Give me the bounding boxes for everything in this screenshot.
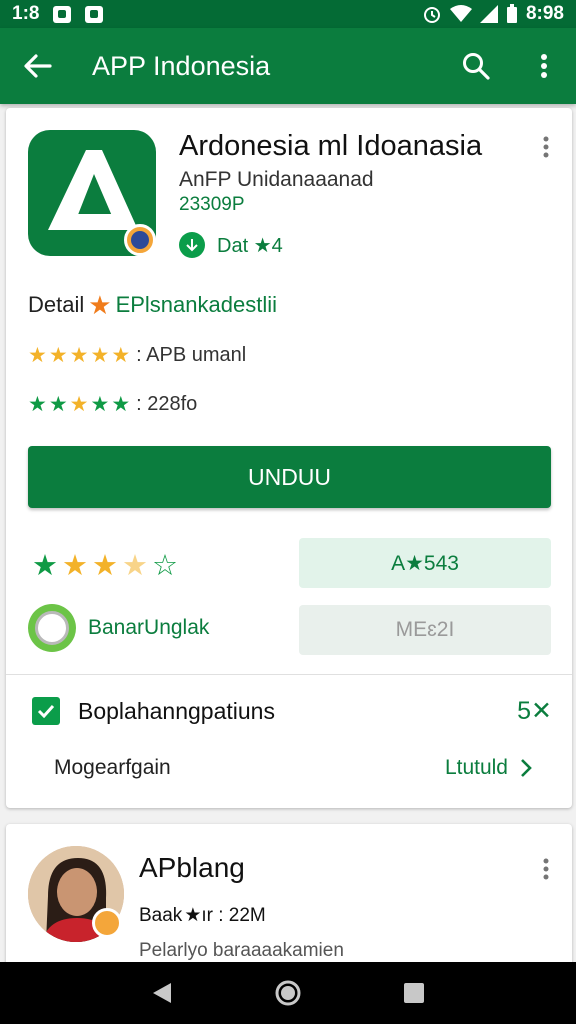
green-stars: ★ ★ ★ ★ ★	[28, 394, 130, 415]
download-icon	[179, 232, 205, 258]
rating-line-1: : APB umanl	[136, 344, 247, 366]
app-bar: APP Indonesia	[0, 28, 576, 104]
second-card-meta: Baak ★ır : 22M	[139, 904, 266, 927]
second-card-title: APblang	[139, 852, 245, 883]
search-icon	[463, 53, 490, 80]
user-rating-stars[interactable]: ★ ★ ★ ★ ☆	[32, 552, 178, 581]
chevron-right-icon	[521, 759, 532, 777]
arrow-left-icon	[24, 54, 52, 78]
star-icon[interactable]: ★	[32, 552, 58, 581]
app-size: 23309P	[179, 194, 245, 215]
meta-prefix: Baak	[139, 904, 183, 926]
search-button[interactable]	[456, 46, 496, 86]
star-icon: ★	[111, 344, 131, 367]
back-button[interactable]	[0, 28, 76, 104]
developer-card[interactable]: APblang Baak ★ır : 22M Pelarlyo baraaaak…	[6, 824, 572, 984]
install-button[interactable]: UNDUU	[28, 446, 551, 508]
recents-square-icon[interactable]	[403, 982, 425, 1004]
meta-suffix: ★ır : 22M	[184, 905, 266, 926]
app-name: Ardonesia ml Idoanasia	[179, 130, 483, 162]
alarm-icon	[423, 7, 440, 23]
detail-text: EPlsnankadestlii	[115, 292, 277, 317]
card-menu-button[interactable]	[534, 854, 558, 884]
more-vert-icon	[541, 54, 547, 78]
signal-icon	[479, 5, 498, 23]
stat-pill[interactable]: A★543	[299, 538, 551, 588]
permissions-label: Boplahanngpatiuns	[78, 697, 275, 724]
detail-prefix: Detail	[28, 292, 85, 317]
star-icon[interactable]: ★	[122, 552, 148, 581]
star-icon: ★	[28, 393, 47, 416]
star-icon: ★	[88, 290, 112, 320]
star-icon: ★	[111, 393, 131, 416]
battery-icon	[506, 4, 517, 23]
app-detail-card: Ardonesia ml Idoanasia AnFP Unidanaaanad…	[6, 108, 572, 808]
manage-link[interactable]: Ltutuld	[445, 756, 532, 780]
more-vert-icon	[543, 858, 549, 880]
notification-icon	[53, 5, 72, 23]
star-icon: ★	[48, 344, 68, 367]
star-icon: ★	[69, 344, 89, 367]
card-menu-button[interactable]	[534, 132, 558, 162]
star-icon: ★	[48, 393, 68, 416]
rating-row-green: ★ ★ ★ ★ ★ : 228fo	[28, 393, 197, 416]
verified-badge-icon	[124, 224, 156, 256]
permissions-row[interactable]: Boplahanngpatiuns 5✕	[32, 696, 552, 726]
installed-status: Dat ★4	[179, 232, 283, 258]
wifi-icon	[449, 5, 472, 22]
gold-stars: ★ ★ ★ ★ ★	[28, 345, 130, 366]
star-outline-icon[interactable]: ☆	[152, 552, 178, 581]
checkbox-checked-icon[interactable]	[32, 697, 60, 725]
stat-pill-disabled[interactable]: MEɛ2I	[299, 605, 551, 655]
badge-row: BanarUnglak	[28, 604, 209, 652]
notification-icon	[85, 5, 104, 23]
rating-line-2: : 228fo	[136, 393, 198, 415]
system-nav-bar	[0, 962, 576, 1024]
badge-icon	[92, 908, 122, 938]
second-card-description: Pelarlyo baraaaakamien	[139, 940, 344, 961]
close-button[interactable]: 5✕	[517, 696, 552, 726]
developer-name[interactable]: AnFP Unidanaaanad	[179, 168, 374, 192]
star-icon: ★	[28, 344, 47, 367]
rating-row-gold: ★ ★ ★ ★ ★ : APB umanl	[28, 344, 246, 367]
star-icon: ★	[90, 393, 110, 416]
detail-row: Detail ★ EPlsnankadestlii	[28, 292, 277, 318]
star-icon: ★	[69, 393, 89, 416]
star-icon[interactable]: ★	[62, 552, 88, 581]
badge-label: BanarUnglak	[88, 616, 210, 639]
badge-icon	[28, 604, 76, 652]
manage-link-label: Ltutuld	[444, 756, 508, 779]
divider	[6, 674, 572, 675]
more-options-button[interactable]	[524, 46, 564, 86]
installed-label: Dat ★4	[217, 234, 283, 257]
status-time: 1:8	[12, 3, 40, 24]
home-circle-icon[interactable]	[274, 979, 302, 1007]
manage-label: Mogearfgain	[54, 756, 171, 779]
manage-row: Mogearfgain Ltutuld	[54, 756, 532, 780]
page-title: APP Indonesia	[92, 50, 271, 81]
status-clock: 8:98	[525, 3, 564, 24]
more-vert-icon	[543, 136, 549, 158]
star-icon: ★	[90, 344, 110, 367]
status-bar: 1:8 8:98	[0, 0, 576, 28]
back-triangle-icon[interactable]	[151, 981, 173, 1005]
star-icon[interactable]: ★	[92, 552, 118, 581]
